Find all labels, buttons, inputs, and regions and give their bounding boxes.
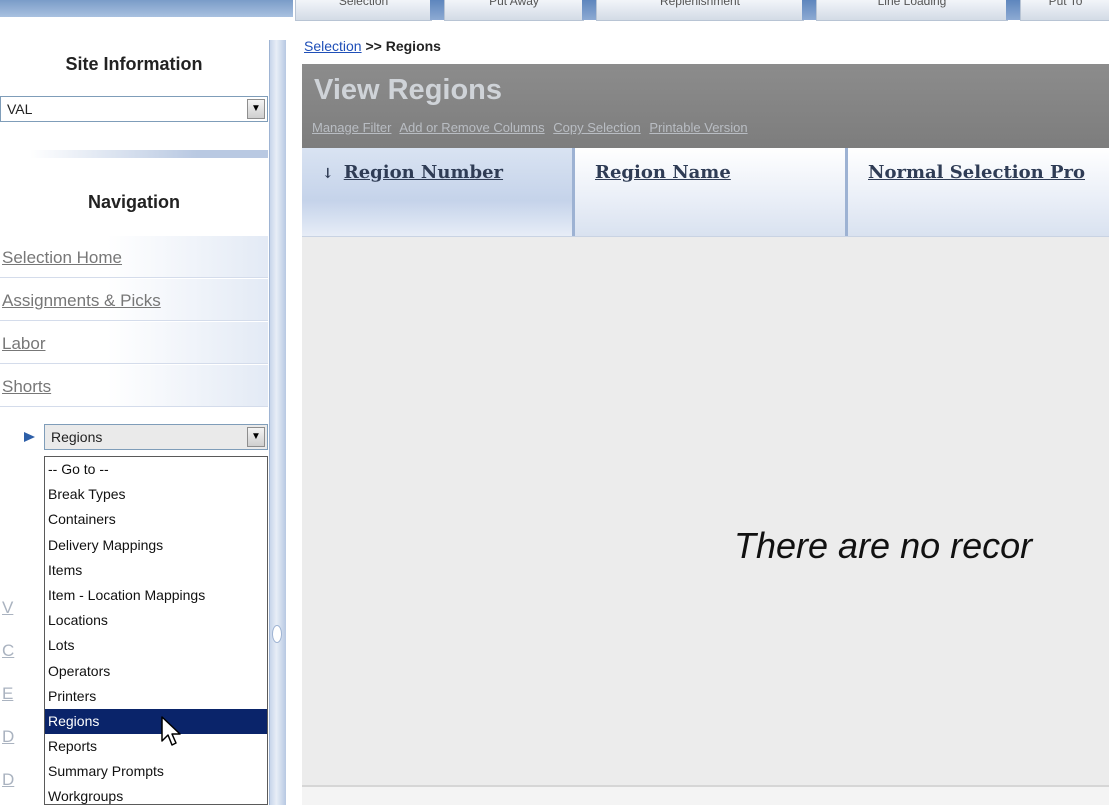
breadcrumb-link-selection[interactable]: Selection xyxy=(304,38,362,54)
goto-dropdown-list[interactable]: -- Go to -- Break Types Containers Deliv… xyxy=(44,456,268,805)
dropdown-option[interactable]: Item - Location Mappings xyxy=(45,583,267,608)
sidebar-link-shorts[interactable]: Shorts xyxy=(2,377,51,397)
page-title: View Regions xyxy=(314,74,503,106)
top-left-bar xyxy=(0,0,293,17)
site-information-title: Site Information xyxy=(65,54,203,74)
normal-selection-label[interactable]: Normal Selection Pro xyxy=(868,162,1085,183)
dropdown-option[interactable]: -- Go to -- xyxy=(45,457,267,482)
tab-separator xyxy=(1006,0,1020,20)
sidebar-link-labor[interactable]: Labor xyxy=(2,334,45,354)
site-select[interactable]: VAL ▼ xyxy=(0,96,268,122)
dropdown-option[interactable]: Delivery Mappings xyxy=(45,533,267,558)
printable-version-link[interactable]: Printable Version xyxy=(649,120,747,135)
hidden-nav-link[interactable]: D xyxy=(0,770,46,798)
dropdown-arrow-icon[interactable]: ▼ xyxy=(247,99,265,119)
sort-down-icon: ↓ xyxy=(322,166,334,182)
column-label-region-number[interactable]: ↓ Region Number xyxy=(322,162,503,183)
grid-body: There are no recor xyxy=(302,237,1109,787)
mouse-cursor-icon xyxy=(161,716,181,746)
manage-filter-link[interactable]: Manage Filter xyxy=(312,120,391,135)
collapse-notch-icon[interactable] xyxy=(272,625,282,643)
dropdown-option[interactable]: Summary Prompts xyxy=(45,759,267,784)
dropdown-option[interactable]: Locations xyxy=(45,608,267,633)
region-name-label[interactable]: Region Name xyxy=(595,162,731,183)
empty-message: There are no recor xyxy=(734,525,1033,566)
sidebar-link-selection-home[interactable]: Selection Home xyxy=(2,248,122,268)
dropdown-option[interactable]: Printers xyxy=(45,684,267,709)
dropdown-option[interactable]: Lots xyxy=(45,633,267,658)
top-tab-strip: Selection Put Away Replenishment Line Lo… xyxy=(0,0,1109,22)
site-select-value: VAL xyxy=(7,101,33,117)
dropdown-option[interactable]: Workgroups xyxy=(45,784,267,804)
goto-select-value: Regions xyxy=(51,429,103,445)
breadcrumb-current: Regions xyxy=(385,38,441,54)
hidden-nav-link[interactable]: C xyxy=(0,641,46,669)
hidden-nav-link[interactable]: D xyxy=(0,727,46,755)
footer-strip xyxy=(302,787,1109,805)
tab-separator xyxy=(802,0,816,20)
hidden-nav-link[interactable]: E xyxy=(0,684,46,712)
dropdown-option[interactable]: Items xyxy=(45,558,267,583)
sidebar-item-selection-home[interactable]: Selection Home xyxy=(0,236,268,278)
grid-header: ↓ Region Number Region Name Normal Select… xyxy=(302,148,1109,237)
current-page-arrow-icon xyxy=(24,432,35,442)
hidden-nav-link[interactable]: V xyxy=(0,598,46,626)
column-header-region-name[interactable]: Region Name xyxy=(575,148,845,236)
add-remove-columns-link[interactable]: Add or Remove Columns xyxy=(399,120,544,135)
goto-select[interactable]: Regions ▼ xyxy=(44,424,268,450)
panel-header: View Regions Manage Filter Add or Remove… xyxy=(302,64,1109,148)
breadcrumb-separator: >> xyxy=(361,38,386,54)
navigation-title: Navigation xyxy=(87,192,180,212)
sidebar-link-assignments-picks[interactable]: Assignments & Picks xyxy=(2,291,161,311)
panel-action-links: Manage Filter Add or Remove Columns Copy… xyxy=(312,120,753,135)
sidebar-item-assignments-picks[interactable]: Assignments & Picks xyxy=(0,279,268,321)
column-header-normal-selection[interactable]: Normal Selection Pro xyxy=(848,148,1109,236)
tab-put-away[interactable]: Put Away xyxy=(444,0,584,21)
tab-selection[interactable]: Selection xyxy=(295,0,432,21)
dropdown-option[interactable]: Containers xyxy=(45,507,267,532)
tab-put-to[interactable]: Put To xyxy=(1020,0,1109,21)
dropdown-option[interactable]: Break Types xyxy=(45,482,267,507)
sidebar-item-shorts[interactable]: Shorts xyxy=(0,365,268,407)
sidebar-collapse-handle[interactable] xyxy=(269,40,286,805)
dropdown-option-selected[interactable]: Regions xyxy=(45,708,267,735)
breadcrumb: Selection >> Regions xyxy=(304,38,441,54)
dropdown-option[interactable]: Operators xyxy=(45,659,267,684)
column-header-region-number[interactable]: ↓ Region Number xyxy=(302,148,572,236)
region-number-label[interactable]: Region Number xyxy=(344,162,503,183)
dropdown-option[interactable]: Reports xyxy=(45,734,267,759)
copy-selection-link[interactable]: Copy Selection xyxy=(553,120,640,135)
sidebar-divider xyxy=(30,150,268,158)
sidebar-item-labor[interactable]: Labor xyxy=(0,322,268,364)
dropdown-arrow-icon[interactable]: ▼ xyxy=(247,427,265,447)
tab-line-loading[interactable]: Line Loading xyxy=(816,0,1008,21)
tab-separator xyxy=(430,0,444,20)
tab-separator xyxy=(582,0,596,20)
tab-replenishment[interactable]: Replenishment xyxy=(596,0,804,21)
